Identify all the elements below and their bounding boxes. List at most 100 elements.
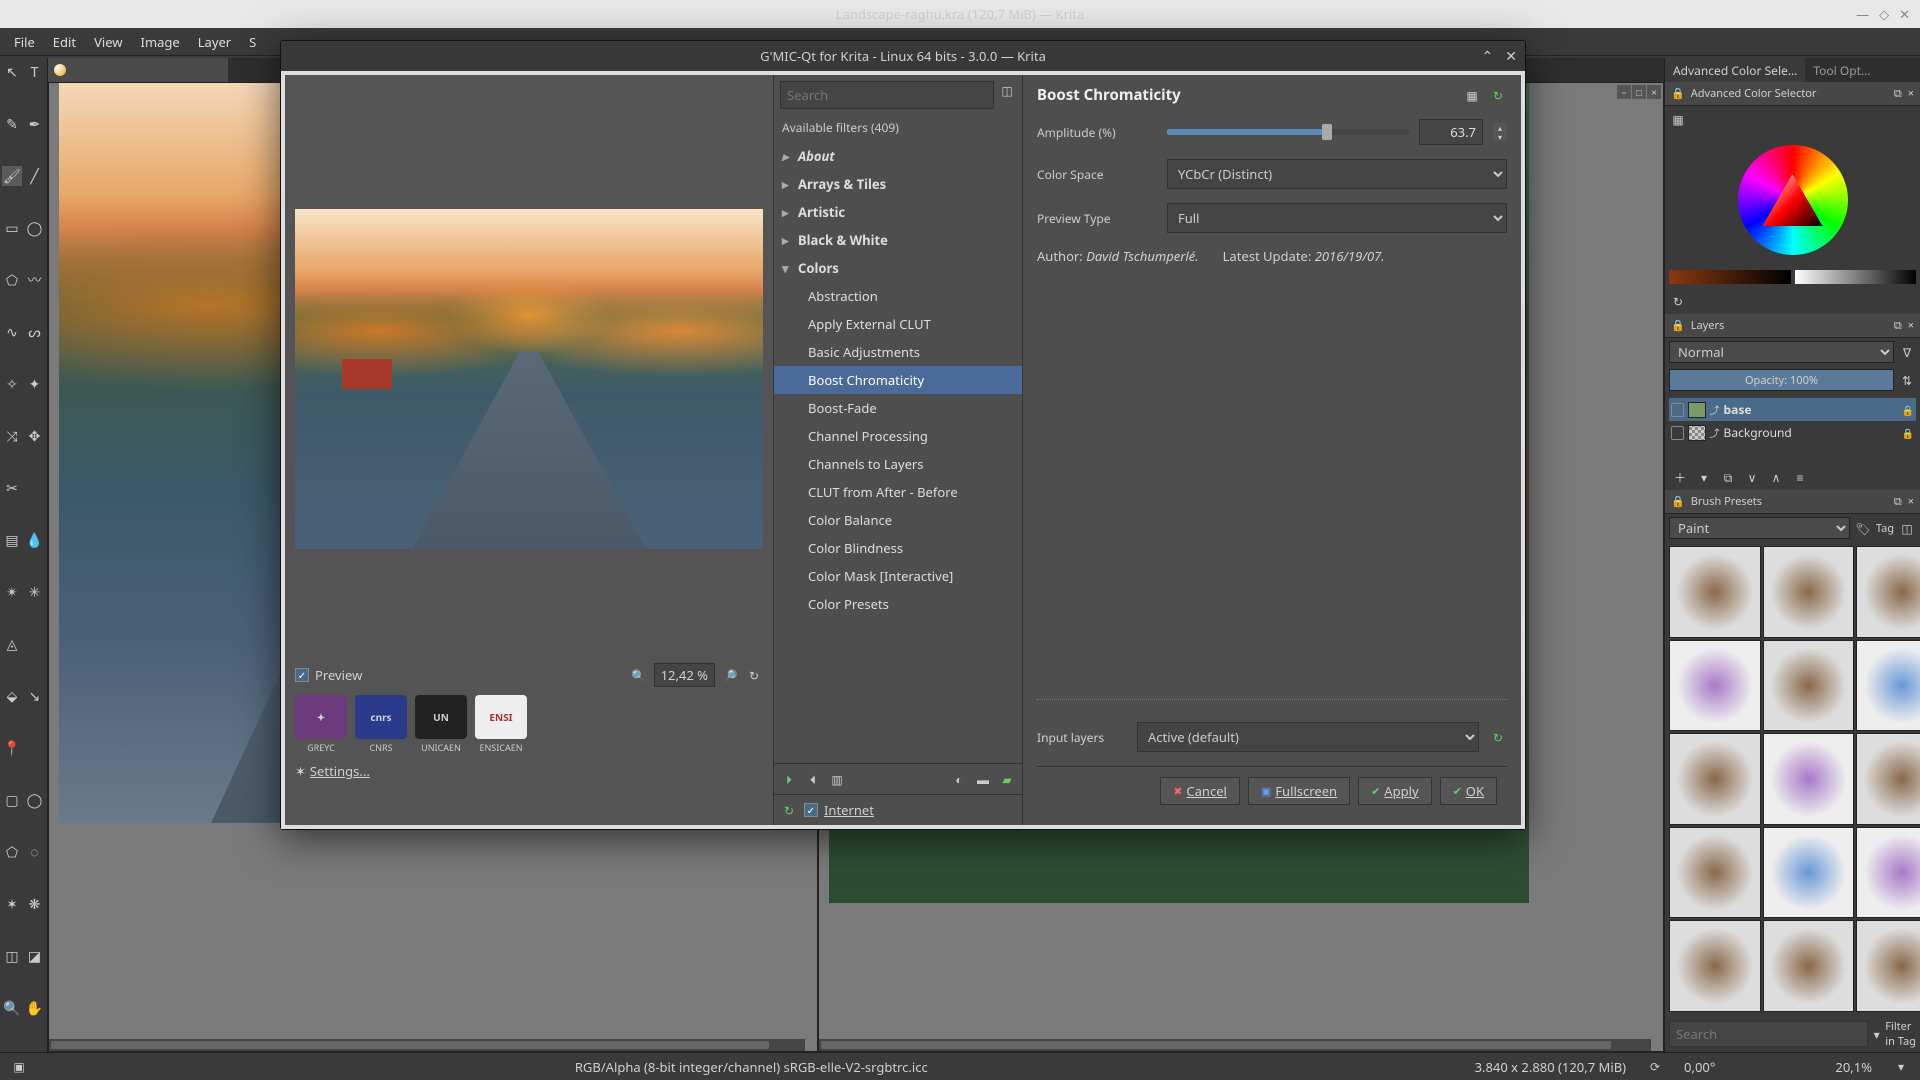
float-icon[interactable]: ⧉: [1894, 86, 1902, 101]
pane-min-icon[interactable]: –: [1617, 85, 1631, 99]
fullscreen-button[interactable]: ▣Fullscreen: [1248, 777, 1350, 805]
expand-all-icon[interactable]: ▬: [974, 770, 992, 788]
input-layers-select[interactable]: Active (default): [1137, 722, 1479, 752]
menu-edit[interactable]: Edit: [45, 30, 84, 54]
similar-select-tool-icon[interactable]: ❋: [25, 894, 45, 914]
pane-max-icon[interactable]: □: [1632, 85, 1646, 99]
reset-params-icon[interactable]: ↻: [1489, 86, 1507, 104]
move-up-icon[interactable]: ∧: [1767, 468, 1785, 486]
menu-image[interactable]: Image: [133, 30, 188, 54]
chevron-down-icon[interactable]: ▾: [1892, 1058, 1910, 1076]
ref-erase-tool-icon[interactable]: ↘: [25, 686, 45, 706]
float-icon[interactable]: ⧉: [1894, 494, 1902, 509]
move-layer-tool-icon[interactable]: ✥: [25, 426, 45, 446]
gradient-tool-icon[interactable]: ▤: [2, 530, 22, 550]
chevron-down-icon[interactable]: ▾: [1695, 468, 1713, 486]
angle-icon[interactable]: ⟳: [1646, 1058, 1664, 1076]
zoom-out-icon[interactable]: 🔍: [630, 666, 648, 684]
brush-preset[interactable]: [1669, 546, 1761, 638]
lock-icon[interactable]: 🔒: [1671, 86, 1685, 101]
ellipse-select-tool-icon[interactable]: ◯: [25, 790, 45, 810]
preview-image[interactable]: [295, 85, 763, 655]
line-tool-icon[interactable]: ╱: [25, 166, 45, 186]
measure-tool-icon[interactable]: [25, 634, 45, 654]
preview-checkbox[interactable]: ✓: [295, 668, 309, 682]
filter-in-tag-label[interactable]: Filter in Tag: [1885, 1019, 1916, 1049]
layer-inherit-icon[interactable]: ⤴: [1710, 402, 1720, 417]
layer-inherit-icon[interactable]: ⤴: [1710, 425, 1720, 440]
opacity-slider[interactable]: Opacity: 100%: [1669, 369, 1894, 391]
calligraphy-tool-icon[interactable]: ✒: [25, 114, 45, 134]
shade-slider-1[interactable]: [1669, 270, 1791, 284]
colorspace-select[interactable]: YCbCr (Distinct): [1167, 159, 1507, 189]
refresh-filters-icon[interactable]: ↻: [780, 801, 798, 819]
smart-fill-tool-icon[interactable]: ✳: [25, 582, 45, 602]
ref-image-tool-icon[interactable]: ⬙: [2, 686, 22, 706]
layer-lock-icon[interactable]: 🔒: [1902, 403, 1914, 417]
apply-button[interactable]: ✔Apply: [1358, 777, 1432, 805]
scrollbar-horizontal[interactable]: [819, 1039, 1651, 1051]
layer-item[interactable]: ⤴ 🔒: [1669, 421, 1916, 444]
visibility-icon[interactable]: [1671, 426, 1684, 440]
color-config-icon[interactable]: ▦: [1669, 110, 1687, 128]
refresh-input-icon[interactable]: ↻: [1489, 728, 1507, 746]
tree-filter-item[interactable]: Channel Processing: [774, 422, 1022, 450]
visibility-icon[interactable]: [1671, 403, 1684, 417]
freehand-path-tool-icon[interactable]: ᔕ: [25, 322, 45, 342]
brush-preset[interactable]: [1856, 733, 1920, 825]
crop-tool-icon[interactable]: ✂: [2, 478, 22, 498]
refresh-color-icon[interactable]: ↻: [1669, 292, 1687, 310]
layer-lock-icon[interactable]: 🔒: [1902, 426, 1914, 440]
remove-fav-icon[interactable]: ⏴: [804, 770, 822, 788]
chevron-down-icon[interactable]: ▾: [1872, 1025, 1881, 1043]
tab-tool-options[interactable]: Tool Opt…: [1805, 58, 1878, 82]
visibility-icon[interactable]: ◐: [950, 770, 968, 788]
dynamic-brush-tool-icon[interactable]: ✧: [2, 374, 22, 394]
zoom-tool-icon[interactable]: 🔍: [2, 998, 22, 1018]
filter-search-input[interactable]: [780, 81, 994, 109]
move-down-icon[interactable]: ∨: [1743, 468, 1761, 486]
tree-category-arrays[interactable]: Arrays & Tiles: [774, 170, 1022, 198]
tree-filter-item[interactable]: Boost-Fade: [774, 394, 1022, 422]
tree-filter-item[interactable]: Color Presets: [774, 590, 1022, 618]
polygon-tool-icon[interactable]: ⬠: [2, 270, 22, 290]
ok-button[interactable]: ✔OK: [1440, 777, 1497, 805]
tree-category-about[interactable]: About: [774, 142, 1022, 170]
clear-search-icon[interactable]: ◫: [998, 81, 1016, 99]
lock-icon[interactable]: 🔒: [1671, 318, 1685, 333]
maximize-icon[interactable]: ◇: [1879, 5, 1889, 23]
tag-icon[interactable]: 🏷: [1854, 519, 1872, 537]
internet-checkbox[interactable]: ✓: [804, 803, 818, 817]
brush-preset[interactable]: [1669, 827, 1761, 919]
text-tool-icon[interactable]: T: [25, 62, 45, 82]
brush-preset[interactable]: [1669, 920, 1761, 1012]
move-tool-icon[interactable]: ↖: [2, 62, 22, 82]
freehand-select-tool-icon[interactable]: ◌: [25, 842, 45, 862]
previewtype-select[interactable]: Full: [1167, 203, 1507, 233]
brush-preset[interactable]: [1763, 920, 1855, 1012]
zoom-in-icon[interactable]: 🔎: [721, 666, 739, 684]
cancel-button[interactable]: ✖Cancel: [1160, 777, 1240, 805]
brush-preset[interactable]: [1856, 546, 1920, 638]
polygon-select-tool-icon[interactable]: ⬠: [2, 842, 22, 862]
tree-filter-item[interactable]: Color Blindness: [774, 534, 1022, 562]
tree-filter-item[interactable]: Basic Adjustments: [774, 338, 1022, 366]
layer-item[interactable]: ⤴ 🔒: [1669, 398, 1916, 421]
add-fav-icon[interactable]: ⏵: [780, 770, 798, 788]
duplicate-layer-icon[interactable]: ⧉: [1719, 468, 1737, 486]
document-tab[interactable]: [48, 58, 228, 82]
brush-preset[interactable]: [1763, 546, 1855, 638]
menu-more[interactable]: S: [241, 30, 264, 54]
close-icon[interactable]: ✕: [1899, 5, 1910, 23]
close-panel-icon[interactable]: ×: [1908, 318, 1914, 333]
selection-mode-icon[interactable]: ▣: [10, 1058, 28, 1076]
multi-brush-tool-icon[interactable]: ✦: [25, 374, 45, 394]
brush-preset[interactable]: [1856, 827, 1920, 919]
tree-category-bw[interactable]: Black & White: [774, 226, 1022, 254]
brush-preset[interactable]: [1669, 640, 1761, 732]
polyline-tool-icon[interactable]: 〰: [25, 270, 45, 290]
add-layer-icon[interactable]: ＋: [1671, 468, 1689, 486]
transform-tool-icon[interactable]: ⤨: [2, 426, 22, 446]
shade-slider-2[interactable]: [1795, 270, 1917, 284]
amplitude-value[interactable]: 63.7: [1419, 119, 1483, 145]
